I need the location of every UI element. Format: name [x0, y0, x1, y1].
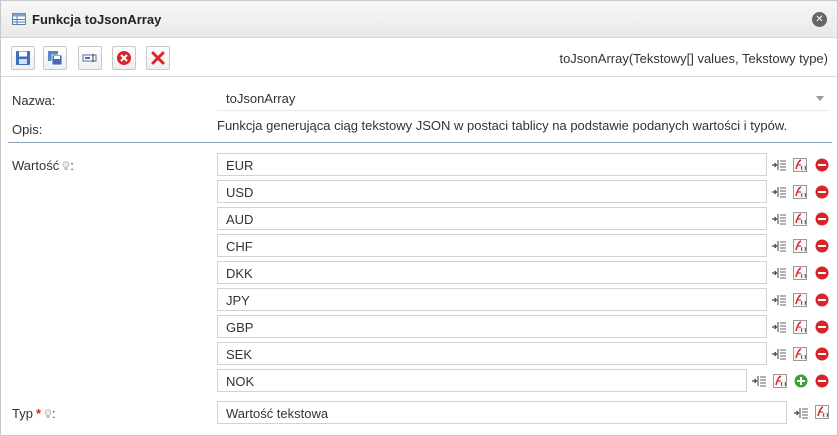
remove-icon[interactable] — [814, 211, 830, 227]
close-icon[interactable]: ✕ — [812, 12, 827, 27]
insert-list-icon[interactable] — [771, 265, 787, 281]
value-input[interactable]: CHF — [217, 234, 767, 257]
insert-list-icon[interactable] — [771, 238, 787, 254]
save-button[interactable] — [11, 46, 35, 70]
nazwa-label: Nazwa: — [12, 93, 56, 108]
value-text: SEK — [226, 347, 253, 362]
nazwa-select[interactable]: toJsonArray — [217, 87, 830, 111]
delete-button[interactable] — [146, 46, 170, 70]
typ-input[interactable]: Wartość tekstowa — [217, 401, 787, 424]
expression-editor-icon[interactable] — [792, 184, 808, 200]
lightbulb-icon — [62, 159, 70, 170]
title-bar: Funkcja toJsonArray ✕ — [1, 1, 837, 38]
expression-editor-icon[interactable] — [772, 373, 788, 389]
remove-icon[interactable] — [814, 319, 830, 335]
copy-icon — [48, 51, 63, 66]
floppy-icon — [16, 51, 30, 65]
expression-editor-icon[interactable] — [814, 404, 830, 420]
remove-icon[interactable] — [814, 238, 830, 254]
dialog-title: Funkcja toJsonArray — [32, 12, 162, 27]
value-text: USD — [226, 185, 254, 200]
table-icon — [12, 13, 26, 25]
value-input[interactable]: SEK — [217, 342, 767, 365]
expression-editor-icon[interactable] — [792, 157, 808, 173]
remove-icon[interactable] — [814, 184, 830, 200]
rename-button[interactable] — [78, 46, 102, 70]
insert-list-icon[interactable] — [771, 292, 787, 308]
remove-icon[interactable] — [814, 292, 830, 308]
insert-list-icon[interactable] — [771, 319, 787, 335]
value-text: CHF — [226, 239, 253, 254]
typ-value: Wartość tekstowa — [226, 406, 329, 421]
value-text: AUD — [226, 212, 254, 227]
value-text: GBP — [226, 320, 254, 335]
remove-icon[interactable] — [814, 157, 830, 173]
insert-list-icon[interactable] — [771, 157, 787, 173]
value-input[interactable]: AUD — [217, 207, 767, 230]
value-input[interactable]: EUR — [217, 153, 767, 176]
expression-editor-icon[interactable] — [792, 211, 808, 227]
red-x-icon — [151, 51, 165, 65]
lightbulb-icon — [44, 407, 52, 418]
save-copy-button[interactable] — [43, 46, 67, 70]
value-input[interactable]: USD — [217, 180, 767, 203]
function-dialog: Funkcja toJsonArray ✕ toJsonArray(Teksto… — [0, 0, 838, 436]
expression-editor-icon[interactable] — [792, 319, 808, 335]
expression-editor-icon[interactable] — [792, 265, 808, 281]
wartosc-label: Wartość: — [12, 158, 74, 173]
required-marker: * — [35, 406, 42, 421]
expression-editor-icon[interactable] — [792, 292, 808, 308]
function-signature: toJsonArray(Tekstowy[] values, Tekstowy … — [559, 51, 828, 66]
red-circle-x-icon — [117, 51, 131, 65]
opis-label: Opis: — [12, 122, 43, 137]
value-text: NOK — [226, 374, 255, 389]
value-text: EUR — [226, 158, 254, 173]
nazwa-value: toJsonArray — [226, 91, 296, 106]
value-input[interactable]: JPY — [217, 288, 767, 311]
insert-list-icon[interactable] — [793, 405, 809, 421]
remove-icon[interactable] — [814, 373, 830, 389]
insert-list-icon[interactable] — [771, 346, 787, 362]
expression-editor-icon[interactable] — [792, 346, 808, 362]
cancel-button[interactable] — [112, 46, 136, 70]
add-icon[interactable] — [793, 373, 809, 389]
separator — [8, 142, 832, 143]
value-input[interactable]: NOK — [217, 369, 747, 392]
value-text: DKK — [226, 266, 253, 281]
value-input[interactable]: GBP — [217, 315, 767, 338]
textfield-icon — [82, 54, 97, 62]
remove-icon[interactable] — [814, 265, 830, 281]
value-text: JPY — [226, 293, 250, 308]
value-input[interactable]: DKK — [217, 261, 767, 284]
insert-list-icon[interactable] — [751, 373, 767, 389]
opis-value: Funkcja generująca ciąg tekstowy JSON w … — [217, 118, 788, 133]
typ-label: Typ *: — [12, 406, 56, 421]
toolbar: toJsonArray(Tekstowy[] values, Tekstowy … — [1, 39, 837, 77]
insert-list-icon[interactable] — [771, 211, 787, 227]
expression-editor-icon[interactable] — [792, 238, 808, 254]
insert-list-icon[interactable] — [771, 184, 787, 200]
chevron-down-icon[interactable] — [816, 96, 824, 101]
remove-icon[interactable] — [814, 346, 830, 362]
